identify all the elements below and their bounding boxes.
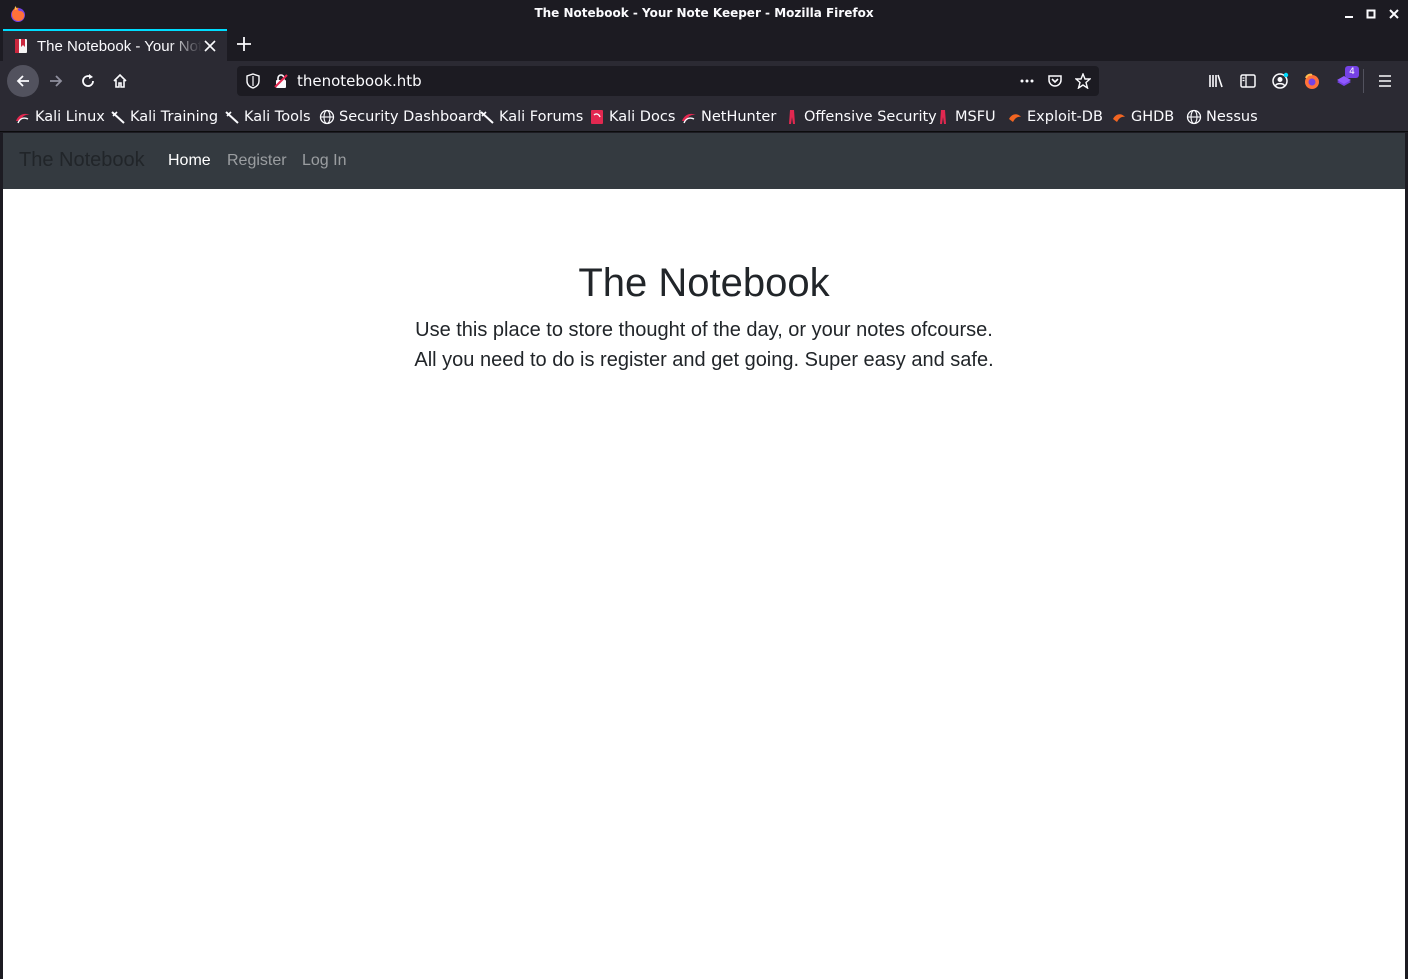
kali-dragon-icon <box>682 113 696 124</box>
globe-icon <box>319 109 335 125</box>
reload-button[interactable] <box>72 65 104 97</box>
minimize-button[interactable] <box>1341 6 1357 22</box>
arrow-left-icon <box>16 75 29 87</box>
url-bar[interactable]: thenotebook.htb <box>237 66 1099 96</box>
kali-sword-icon <box>111 111 125 124</box>
notebook-favicon-icon <box>15 39 27 53</box>
reload-icon <box>82 74 94 87</box>
site-brand[interactable]: The Notebook <box>19 149 145 172</box>
page-content: The Notebook Home Register Log In The No… <box>3 133 1405 979</box>
tab-title: The Notebook - Your Note Keeper <box>37 37 202 55</box>
close-icon <box>1389 9 1399 19</box>
maximize-button[interactable] <box>1363 6 1379 22</box>
bookmark-label: Kali Docs <box>609 109 676 125</box>
exploitdb-icon <box>1113 114 1125 122</box>
kali-sword-icon <box>480 111 494 124</box>
bookmark-nethunter[interactable]: NetHunter <box>681 107 776 127</box>
bookmark-star-icon[interactable] <box>1075 73 1091 89</box>
arrow-right-icon <box>50 75 63 87</box>
kali-docs-icon <box>591 110 603 124</box>
nav-link-home[interactable]: Home <box>168 152 211 170</box>
home-button[interactable] <box>104 65 136 97</box>
url-text: thenotebook.htb <box>297 72 422 90</box>
close-tab-icon[interactable] <box>203 39 217 53</box>
tab-the-notebook[interactable]: The Notebook - Your Note Keeper <box>3 29 227 61</box>
maximize-icon <box>1366 9 1376 19</box>
page-heading: The Notebook <box>578 261 830 305</box>
kali-sword-icon <box>225 111 239 124</box>
nav-link-login[interactable]: Log In <box>302 152 346 170</box>
globe-icon <box>1186 109 1202 125</box>
new-tab-button[interactable] <box>234 34 254 54</box>
intro-line-1: Use this place to store thought of the d… <box>415 319 993 341</box>
back-button[interactable] <box>7 65 39 97</box>
close-window-button[interactable] <box>1386 6 1402 22</box>
bookmark-label: GHDB <box>1131 109 1175 125</box>
nav-toolbar: thenotebook.htb 4 <box>0 61 1408 101</box>
toolbar-separator <box>1363 69 1364 93</box>
bookmark-kali-forums[interactable]: Kali Forums <box>479 107 583 127</box>
window-titlebar: The Notebook - Your Note Keeper - Mozill… <box>0 0 1408 28</box>
bookmark-offensive-security[interactable]: Offensive Security <box>784 107 937 127</box>
offsec-icon <box>940 110 946 124</box>
bookmarks-bar: Kali Linux Kali Training Kali Tools Secu… <box>0 101 1408 132</box>
extension-count-badge: 4 <box>1345 66 1359 78</box>
insecure-lock-icon[interactable] <box>273 73 289 89</box>
bookmark-label: Kali Linux <box>35 109 105 125</box>
tab-strip: The Notebook - Your Note Keeper <box>0 28 1408 61</box>
sidebar-icon[interactable] <box>1239 72 1257 90</box>
bookmark-label: MSFU <box>955 109 996 125</box>
bookmark-kali-tools[interactable]: Kali Tools <box>224 107 311 127</box>
home-icon <box>113 73 127 88</box>
bookmark-label: Exploit-DB <box>1027 109 1103 125</box>
hamburger-menu-icon[interactable] <box>1376 72 1394 90</box>
bookmark-ghdb[interactable]: GHDB <box>1111 107 1174 127</box>
bookmark-label: Security Dashboard <box>339 109 482 125</box>
bookmark-exploit-db[interactable]: Exploit-DB <box>1007 107 1103 127</box>
bookmark-nessus[interactable]: Nessus <box>1186 107 1258 127</box>
shield-icon[interactable] <box>245 73 261 89</box>
kali-dragon-icon <box>16 113 30 124</box>
bookmark-label: Offensive Security <box>804 109 937 125</box>
pocket-icon[interactable] <box>1047 73 1063 89</box>
site-navbar: The Notebook Home Register Log In <box>3 133 1405 189</box>
account-icon[interactable] <box>1271 72 1289 90</box>
bookmark-label: NetHunter <box>701 109 777 125</box>
plus-icon <box>237 37 251 51</box>
nav-link-register[interactable]: Register <box>227 152 287 170</box>
bookmark-label: Kali Tools <box>244 109 311 125</box>
forward-button[interactable] <box>40 65 72 97</box>
intro-line-2: All you need to do is register and get g… <box>414 349 994 371</box>
page-actions-icon[interactable] <box>1019 73 1035 89</box>
offsec-icon <box>789 110 795 124</box>
library-icon[interactable] <box>1207 72 1225 90</box>
bookmark-label: Kali Training <box>130 109 219 125</box>
bookmark-msfu[interactable]: MSFU <box>935 107 996 127</box>
bookmark-label: Kali Forums <box>499 109 584 125</box>
bookmark-kali-linux[interactable]: Kali Linux <box>15 107 105 127</box>
bookmark-label: Nessus <box>1206 109 1258 125</box>
exploitdb-icon <box>1009 114 1021 122</box>
minimize-icon <box>1345 16 1353 18</box>
bookmark-kali-docs[interactable]: Kali Docs <box>589 107 675 127</box>
bookmark-kali-training[interactable]: Kali Training <box>110 107 218 127</box>
firefox-extension-icon[interactable] <box>1303 72 1321 90</box>
bookmark-security-dashboard[interactable]: Security Dashboard <box>319 107 482 127</box>
window-title: The Notebook - Your Note Keeper - Mozill… <box>534 6 874 20</box>
